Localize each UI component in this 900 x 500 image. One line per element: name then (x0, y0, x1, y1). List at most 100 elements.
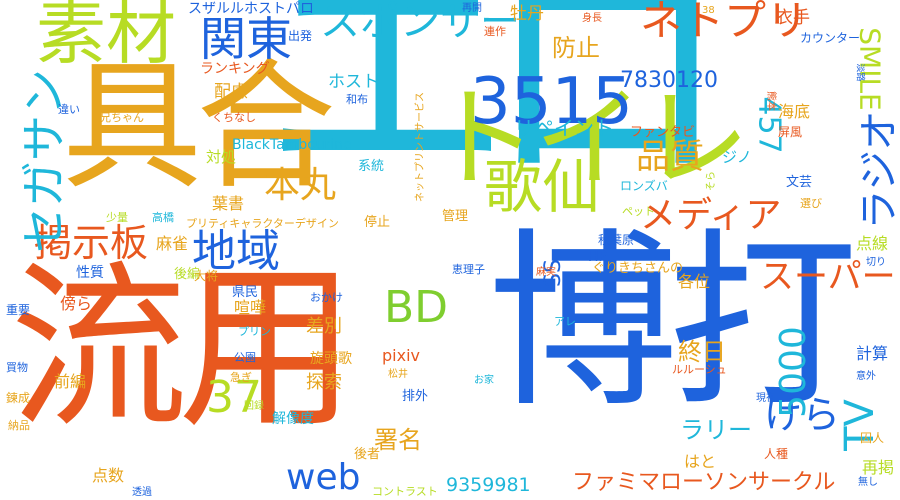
word-toka: 透過 (132, 487, 152, 498)
word-famima: ファミマローソンサークル (572, 470, 836, 495)
word-cloud: エロ 博打 流用 具合 トイレ 素材 関東 スポンサー ネトプリ 3515 歌仙… (0, 0, 900, 500)
word-bungei: 文芸 (786, 175, 813, 190)
word-segasan: セガサン (17, 69, 71, 253)
word-botan: 牡丹 (510, 4, 544, 24)
word-tensen: 点線 (856, 234, 889, 253)
word-kenmin: 県民 (232, 285, 259, 300)
word-wakame: 和布 (346, 93, 368, 106)
word-juyo: 重要 (6, 303, 31, 317)
word-zenpen: 前編 (54, 372, 87, 391)
word-jino: ジノ (722, 148, 752, 166)
word-keito: 系統 (358, 159, 385, 174)
word-media: メディア (640, 195, 782, 236)
word-saikei: 再掲 (862, 458, 895, 477)
word-contrast: コントラスト (372, 485, 438, 498)
word-ranking: ランキング (200, 61, 270, 77)
word-matsui: 松井 (388, 369, 408, 380)
word-blacktambourine: BlackTambourine (232, 137, 352, 153)
word-counter: カウンター (800, 31, 861, 45)
word-kaizodo: 解像度 (272, 411, 314, 427)
word-kanri: 管理 (442, 209, 469, 224)
word-shuppatsu: 出発 (288, 29, 313, 43)
word-okake: おかけ (310, 291, 343, 304)
word-shoryo: 少量 (106, 211, 128, 224)
word-host: ホスト (328, 72, 379, 92)
word-pet: ペット (622, 205, 655, 218)
word-nashi: 無し (858, 477, 878, 488)
word-ouchi: お家 (474, 375, 494, 386)
word-rally: ラリー (680, 416, 752, 444)
word-kaimono: 買物 (6, 361, 28, 374)
word-erabi: 選び (800, 197, 822, 210)
word-koen: 公園 (234, 351, 256, 364)
word-netprint-service: ネットプリントサービス (415, 92, 426, 202)
word-sora: そら (706, 171, 717, 191)
word-kumamoto: 熊本 (765, 91, 776, 111)
word-kosha: 後者 (354, 447, 381, 462)
word-suzaruru: スザルルホストパロ (188, 1, 314, 17)
word-genzai: 現在 (756, 393, 776, 404)
word-kuchinashi: くちなし (212, 111, 256, 124)
word-awaji: 淡路 (854, 63, 865, 82)
word-akihabara: 秋葉原 (598, 233, 635, 247)
word-lelouch: ルルーシュ (672, 363, 727, 376)
word-gurikichi: ぐりきちさんの (592, 261, 684, 276)
word-are: アレ (554, 315, 576, 328)
word-taisho: 対処 (206, 148, 237, 166)
word-chiiki: 地域 (192, 226, 280, 277)
word-igai: 意外 (856, 371, 876, 382)
word-kakui: 各位 (678, 272, 711, 291)
word-hato: はと (684, 452, 717, 471)
word-teishi: 停止 (364, 215, 391, 230)
word-sabetsu: 差別 (306, 316, 342, 337)
word-nohin: 納品 (8, 419, 30, 432)
word-kiri: 切り (866, 257, 886, 268)
word-katawara: 傍ら (60, 294, 93, 313)
word-kasen: 歌仙 (484, 153, 601, 221)
word-taisho-general: 大将 (194, 269, 219, 283)
word-pixiv: pixiv (382, 346, 420, 365)
word-chigai: 違い (58, 103, 80, 116)
word-shomei: 署名 (374, 426, 422, 454)
word-eriko: 恵理子 (452, 263, 485, 276)
word-mami: 麻実 (536, 267, 556, 278)
word-hagaki: 葉書 (212, 194, 245, 213)
word-sedoka: 旋頭歌 (310, 351, 352, 367)
word-isogi: 急ぎ (230, 371, 252, 384)
word-shujitsu: 終日 (678, 338, 726, 366)
word-shincho: 身長 (582, 13, 602, 24)
word-radio: ラジオ (856, 110, 900, 230)
word-5000: 5000 (772, 326, 814, 418)
word-purin: プリン (238, 325, 271, 338)
word-repaint: リペイント (514, 116, 614, 140)
word-7830120: 7830120 (620, 68, 718, 93)
word-boshi: 防止 (552, 34, 600, 62)
word-saikai: 再開 (462, 3, 482, 14)
word-fantabi: ファンタビ (630, 125, 696, 140)
word-bd: BD (384, 282, 449, 333)
word-sozai: 素材 (36, 0, 176, 74)
word-honmaru: 本丸 (264, 165, 337, 206)
word-niichan: 兄ちゃん (100, 111, 144, 124)
word-tensu: 点数 (92, 466, 125, 485)
word-ronzuba: ロンズバ (620, 179, 668, 193)
word-keisan: 計算 (856, 344, 889, 363)
word-rensaku: 連作 (484, 25, 506, 38)
word-rensei: 鍊成 (6, 391, 31, 405)
word-kairoku: 回録 (244, 401, 264, 412)
word-hairyo: 配慮 (214, 82, 248, 102)
word-kanto: 関東 (200, 12, 292, 66)
word-pretty-character: プリティキャラクターデザイン (186, 217, 339, 230)
word-koromode: 衣手 (776, 8, 810, 28)
word-byobu: 屏風 (778, 125, 803, 139)
word-shujin: 囚人 (860, 431, 885, 445)
word-38: 38 (702, 5, 715, 16)
word-seishitsu: 性質 (76, 265, 104, 281)
word-haigai: 排外 (402, 389, 429, 404)
word-kenka: 喧嘩 (234, 298, 267, 317)
word-majan: 麻雀 (156, 234, 189, 253)
word-takahashi: 高橋 (152, 211, 174, 224)
word-kaitei: 海底 (778, 102, 811, 121)
word-jinshu: 人種 (764, 447, 789, 461)
word-hinshitsu: 品質 (636, 137, 704, 177)
